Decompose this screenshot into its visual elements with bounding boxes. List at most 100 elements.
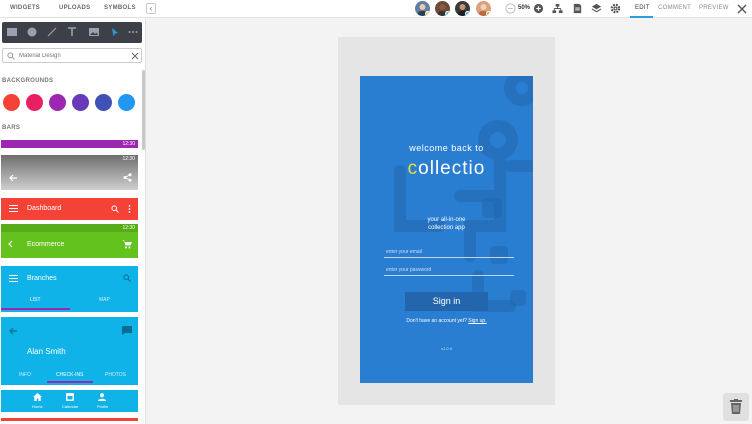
cart-icon xyxy=(122,240,132,249)
nav-profile-label: Profile xyxy=(97,404,109,409)
document-icon[interactable] xyxy=(572,3,583,14)
drawing-toolbar xyxy=(2,22,142,43)
zoom-level: 50% xyxy=(518,5,531,11)
presence-dot xyxy=(465,11,470,16)
presence-dot xyxy=(425,11,430,16)
dashboard-title: Dashboard xyxy=(27,205,62,212)
tab-indicator xyxy=(47,381,93,383)
email-field[interactable] xyxy=(384,257,514,258)
close-icon[interactable] xyxy=(737,4,747,14)
menu-icon xyxy=(9,205,18,212)
profile-name: Alan Smith xyxy=(27,347,66,356)
sitemap-icon[interactable] xyxy=(552,3,563,14)
zoom-in-icon[interactable] xyxy=(533,3,544,14)
tab-edit[interactable]: EDIT xyxy=(635,5,650,11)
bars-section-label: BARS xyxy=(2,125,21,131)
layers-icon[interactable] xyxy=(591,3,602,14)
nav-calendar-label: Calendar xyxy=(62,404,79,409)
tab-symbols[interactable]: SYMBOLS xyxy=(104,5,136,11)
sign-in-button[interactable]: Sign in xyxy=(405,292,488,311)
tab-preview[interactable]: PREVIEW xyxy=(699,5,729,11)
status-time: 12:30 xyxy=(122,141,135,147)
search-input[interactable] xyxy=(19,51,119,61)
nav-home-label: Home xyxy=(32,404,43,409)
text-tool-icon[interactable] xyxy=(66,26,78,38)
tab-list: LIST xyxy=(30,297,41,303)
tab-uploads[interactable]: UPLOADS xyxy=(59,5,90,11)
background-swatch-red[interactable] xyxy=(3,94,20,111)
brand-first-letter: c xyxy=(407,158,419,179)
status-time: 12:30 xyxy=(122,156,135,162)
trash-icon xyxy=(730,399,742,414)
zoom-out-icon[interactable] xyxy=(505,3,516,14)
status-bar-widget-purple[interactable]: 12:30 xyxy=(1,140,138,148)
widget-search[interactable] xyxy=(2,48,142,63)
clear-search-icon[interactable] xyxy=(131,52,139,60)
password-placeholder: enter your password xyxy=(386,267,432,273)
transparent-appbar-widget[interactable]: 12:30 xyxy=(1,155,138,190)
search-icon xyxy=(111,205,119,213)
tab-info: INFO xyxy=(19,372,31,378)
sign-up-link[interactable]: Sign up. xyxy=(468,318,486,324)
bar-widget-partial[interactable] xyxy=(1,418,138,421)
search-icon xyxy=(123,274,131,282)
avatar[interactable] xyxy=(455,1,470,16)
top-bar: WIDGETS UPLOADS SYMBOLS ‹ 50% EDIT COMME… xyxy=(0,0,752,18)
brand-rest: ollectio xyxy=(418,158,486,179)
back-arrow-icon xyxy=(9,174,17,182)
rectangle-tool-icon[interactable] xyxy=(6,26,18,38)
status-time: 12:30 xyxy=(122,225,135,231)
widgets-panel: BACKGROUNDS BARS 12:30 12:30 Dashboard 1… xyxy=(0,18,146,424)
menu-icon xyxy=(9,275,18,282)
delete-button[interactable] xyxy=(723,393,749,421)
tab-map: MAP xyxy=(99,297,110,303)
background-swatch-blue[interactable] xyxy=(118,94,135,111)
ecommerce-title: Ecommerce xyxy=(27,241,65,248)
avatar[interactable] xyxy=(415,1,430,16)
email-placeholder: enter your email xyxy=(386,249,422,255)
dashboard-appbar-widget[interactable]: Dashboard xyxy=(1,198,138,220)
bottom-navigation-widget[interactable]: Home Calendar Profile xyxy=(1,390,138,412)
hotspot-tool-icon[interactable] xyxy=(109,26,121,38)
collapse-panel-button[interactable]: ‹ xyxy=(146,3,156,14)
status-bar: 12:30 xyxy=(1,155,138,163)
calendar-icon xyxy=(66,393,74,401)
background-swatch-deep-purple[interactable] xyxy=(72,94,89,111)
brand-logo: collectio xyxy=(360,158,533,180)
ecommerce-appbar-widget[interactable]: 12:30 Ecommerce xyxy=(1,224,138,258)
ellipse-tool-icon[interactable] xyxy=(26,26,38,38)
more-icon[interactable] xyxy=(127,26,139,38)
presence-dot xyxy=(486,11,491,16)
welcome-text: welcome back to xyxy=(409,143,484,153)
tab-widgets[interactable]: WIDGETS xyxy=(10,5,40,11)
more-vertical-icon xyxy=(128,205,131,213)
avatar[interactable] xyxy=(476,1,491,16)
chevron-left-icon xyxy=(8,240,13,248)
status-bar: 12:30 xyxy=(1,224,138,232)
design-canvas[interactable]: welcome back to collectio your all-in-on… xyxy=(146,18,752,424)
panel-scrollbar[interactable] xyxy=(142,70,145,150)
avatar[interactable] xyxy=(435,1,450,16)
background-swatch-pink[interactable] xyxy=(26,94,43,111)
tagline-line-2: collection app xyxy=(428,225,465,231)
tab-indicator xyxy=(1,308,70,310)
share-icon xyxy=(123,173,132,182)
gear-icon[interactable] xyxy=(610,3,621,14)
background-swatch-purple[interactable] xyxy=(49,94,66,111)
image-tool-icon[interactable] xyxy=(88,26,100,38)
login-screen-artboard[interactable]: welcome back to collectio your all-in-on… xyxy=(360,76,533,383)
backgrounds-section-label: BACKGROUNDS xyxy=(2,78,54,84)
tab-photos: PHOTOS xyxy=(105,372,127,378)
tab-comment[interactable]: COMMENT xyxy=(658,5,691,11)
password-field[interactable] xyxy=(384,275,514,276)
tagline-line-1: your all-in-one xyxy=(427,217,466,223)
back-arrow-icon xyxy=(9,327,17,335)
line-tool-icon[interactable] xyxy=(46,26,58,38)
background-swatch-indigo[interactable] xyxy=(95,94,112,111)
presence-dot xyxy=(445,11,450,16)
profile-icon xyxy=(98,393,106,401)
signup-prompt: Don't have an account yet? Sign up. xyxy=(360,318,533,324)
profile-header-widget[interactable]: Alan Smith INFO CHECK-INS PHOTOS xyxy=(1,317,138,385)
version-text: v1.0.0 xyxy=(441,346,452,351)
branches-appbar-widget[interactable]: Branches LIST MAP xyxy=(1,266,138,312)
